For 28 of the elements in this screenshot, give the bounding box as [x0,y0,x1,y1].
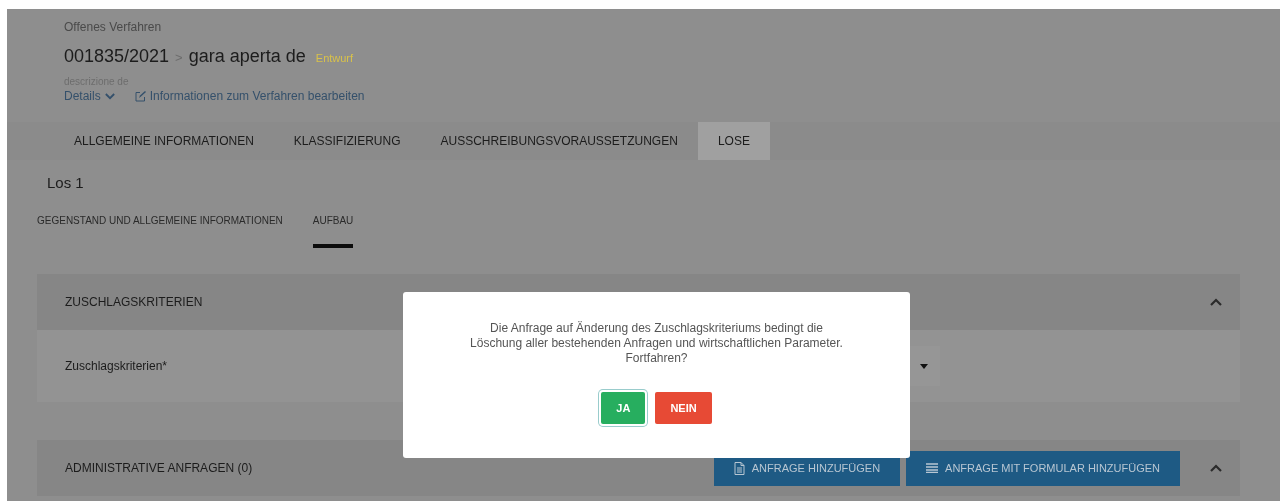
field-label: Zuschlagskriterien* [65,359,168,373]
lot-title: Los 1 [46,173,85,191]
dropdown-caret-icon [920,363,928,369]
chevron-up-icon[interactable] [1210,298,1222,306]
procedure-title: gara aperta de [188,46,306,67]
procedure-type: Offenes Verfahren [64,20,163,34]
tab[interactable]: AUSSCHREIBUNGSVORAUSSETZUNGEN [420,122,698,160]
edit-icon [134,90,146,102]
subtab[interactable]: GEGENSTAND UND ALLGEMEINE INFORMATIONEN [37,215,283,248]
chevron-down-icon[interactable] [104,92,115,100]
details-link[interactable]: Details [64,89,115,103]
chevron-up-icon[interactable] [1210,464,1222,472]
edit-link[interactable]: Informationen zum Verfahren bearbeiten [134,89,365,103]
procedure-number: 001835/2021 [64,46,170,67]
tab[interactable]: LOSE [697,122,770,160]
status-label: Entwurf [315,52,354,64]
tab[interactable]: KLASSIFIZIERUNG [273,122,421,160]
subtab[interactable]: AUFBAU [312,215,354,248]
list-icon [926,463,939,473]
yes-button[interactable]: JA [601,392,646,424]
add-request-button[interactable]: ANFRAGE MIT FORMULAR HINZUFÜGEN [906,450,1180,486]
breadcrumb-separator: > [175,50,183,65]
section-title: ZUSCHLAGSKRITERIEN [65,295,204,309]
tab[interactable]: ALLGEMEINE INFORMATIONEN [54,122,274,160]
no-button[interactable]: NEIN [655,392,712,424]
section-title: ADMINISTRATIVE ANFRAGEN (0) [65,461,254,475]
document-icon [733,461,745,475]
dialog-message: Die Anfrage auf Änderung des Zuschlagskriteriums bedingt die Löschung aller bestehenden Anfragen und wirtschaftlichen Parameter. Fortfahren? [469,321,844,366]
